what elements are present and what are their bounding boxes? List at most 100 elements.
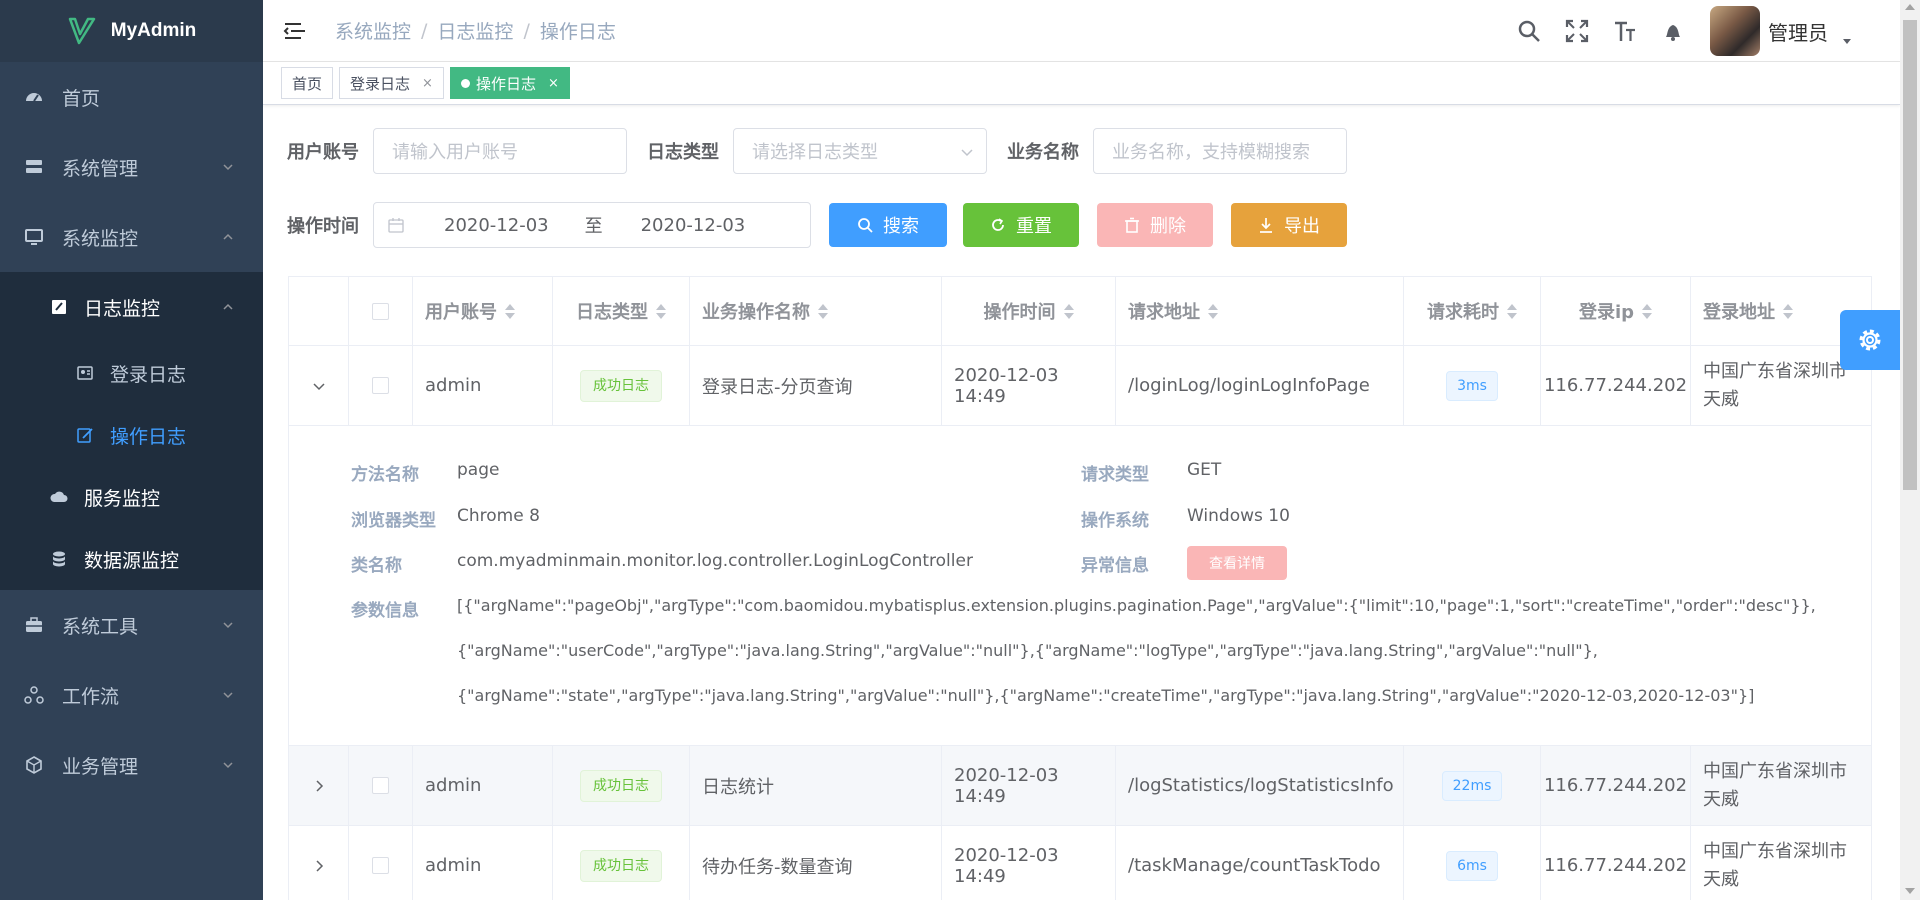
expand-cell[interactable] [289,346,349,425]
sidebar-item-label: 系统管理 [62,157,139,180]
table-row[interactable]: admin 成功日志 日志统计 2020-12-03 14:49 /logSta… [289,746,1871,826]
date-end[interactable]: 2020-12-03 [641,215,746,236]
tag-operation-log[interactable]: 操作日志 × [449,67,570,99]
scroll-up-arrow[interactable] [1905,4,1915,10]
sidebar: MyAdmin 首页 系统管理 系统监控 日志监控 登录日志 操作日志 服务监控… [0,0,263,900]
placeholder: 业务名称，支持模糊搜索 [1112,142,1310,163]
sort-icon[interactable] [1208,303,1218,319]
expand-cell[interactable] [289,746,349,825]
delete-button[interactable]: 删除 [1097,203,1213,247]
detail-label: 方法名称 [351,465,419,485]
close-icon[interactable]: × [548,76,559,91]
select-cell [349,826,413,900]
table-row[interactable]: admin 成功日志 登录日志-分页查询 2020-12-03 14:49 /l… [289,346,1871,426]
sort-icon[interactable] [1507,303,1517,319]
row-checkbox[interactable] [372,377,389,394]
cloud-icon [50,488,68,506]
chevron-up-icon [223,303,233,310]
log-type-select[interactable]: 请选择日志类型 [733,128,987,174]
detail-label: 类名称 [351,556,402,576]
date-separator: 至 [584,216,603,237]
table-row[interactable]: admin 成功日志 待办任务-数量查询 2020-12-03 14:49 /t… [289,826,1871,900]
expand-cell[interactable] [289,826,349,900]
sort-icon[interactable] [1063,303,1074,319]
biz-name-input[interactable]: 业务名称，支持模糊搜索 [1093,128,1347,174]
filter-row-1: 用户账号 请输入用户账号 日志类型 请选择日志类型 业务名称 业务名称，支持模糊… [287,128,1867,174]
sidebar-item-service-monitor[interactable]: 服务监控 [0,466,263,528]
sidebar-item-business[interactable]: 业务管理 [0,730,263,800]
select-all-checkbox[interactable] [372,302,389,320]
sidebar-item-system-manage[interactable]: 系统管理 [0,132,263,202]
cell-type: 成功日志 [553,346,690,425]
col-header-time[interactable]: 操作时间 [942,277,1116,345]
scrollbar-thumb[interactable] [1903,20,1917,490]
sort-icon[interactable] [1783,303,1793,319]
search-icon[interactable] [1516,18,1542,44]
export-button[interactable]: 导出 [1231,203,1347,247]
bell-icon[interactable] [1660,18,1686,44]
caret-down-icon[interactable] [1842,36,1852,46]
breadcrumb-separator: / [421,19,428,42]
user-account-input[interactable]: 请输入用户账号 [373,128,627,174]
username[interactable]: 管理员 [1768,17,1828,46]
chevron-down-icon[interactable] [312,379,326,393]
sort-icon[interactable] [505,303,515,319]
logo[interactable]: MyAdmin [0,0,263,62]
sort-icon[interactable] [1642,303,1653,319]
tag-home[interactable]: 首页 [281,67,334,99]
scroll-down-arrow[interactable] [1905,888,1915,894]
navbar-right: 管理员 [1494,0,1852,62]
sidebar-item-workflow[interactable]: 工作流 [0,660,263,730]
avatar[interactable] [1710,6,1760,56]
cost-badge: 3ms [1446,370,1498,401]
row-checkbox[interactable] [372,777,389,794]
font-size-icon[interactable] [1612,18,1638,44]
col-header-ip[interactable]: 登录ip [1541,277,1691,345]
sidebar-item-login-log[interactable]: 登录日志 [0,342,263,404]
col-header-url[interactable]: 请求地址 [1116,277,1404,345]
sidebar-item-datasource-monitor[interactable]: 数据源监控 [0,528,263,590]
table-header: 用户账号 日志类型 业务操作名称 操作时间 请求地址 请求耗时 登录ip 登录地… [289,277,1871,346]
sidebar-item-label: 工作流 [62,685,120,708]
row-checkbox[interactable] [372,857,389,874]
col-header-type[interactable]: 日志类型 [553,277,690,345]
sidebar-item-operation-log[interactable]: 操作日志 [0,404,263,466]
breadcrumb-item[interactable]: 日志监控 [437,17,513,44]
cell-cost: 22ms [1404,746,1541,825]
tag-login-log[interactable]: 登录日志 × [339,67,444,99]
search-button[interactable]: 搜索 [829,203,947,247]
tags-view: 首页 登录日志 × 操作日志 × [263,62,1900,105]
sidebar-item-log-monitor[interactable]: 日志监控 [0,272,263,342]
reset-button[interactable]: 重置 [963,203,1079,247]
col-header-cost[interactable]: 请求耗时 [1404,277,1541,345]
button-label: 删除 [1150,216,1186,237]
select-all-cell [349,277,413,345]
sidebar-item-label: 服务监控 [84,487,161,510]
search-icon [858,218,873,233]
fullscreen-icon[interactable] [1564,18,1590,44]
chevron-right-icon[interactable] [312,779,326,793]
col-header-user[interactable]: 用户账号 [413,277,553,345]
sidebar-item-home[interactable]: 首页 [0,62,263,132]
chevron-right-icon[interactable] [312,859,326,873]
sidebar-item-label: 操作日志 [110,425,187,448]
sidebar-item-label: 系统监控 [62,227,139,250]
col-header-biz-name[interactable]: 业务操作名称 [690,277,942,345]
breadcrumb-item[interactable]: 系统监控 [335,17,411,44]
close-icon[interactable]: × [422,76,433,91]
settings-button[interactable] [1840,310,1900,370]
sort-icon[interactable] [656,303,666,319]
detail-value: com.myadminmain.monitor.log.controller.L… [457,551,973,571]
gear-icon [1859,329,1881,351]
sidebar-item-system-monitor[interactable]: 系统监控 [0,202,263,272]
cell-type: 成功日志 [553,826,690,900]
sidebar-item-system-tools[interactable]: 系统工具 [0,590,263,660]
cost-badge: 6ms [1446,850,1498,881]
chevron-down-icon [223,692,233,699]
view-detail-button[interactable]: 查看详情 [1187,546,1287,580]
date-range-picker[interactable]: 2020-12-03 至 2020-12-03 [373,202,811,248]
date-start[interactable]: 2020-12-03 [444,215,549,236]
sort-icon[interactable] [818,303,828,319]
breadcrumb: 系统监控 / 日志监控 / 操作日志 [335,17,616,44]
hamburger-icon[interactable] [283,19,307,43]
